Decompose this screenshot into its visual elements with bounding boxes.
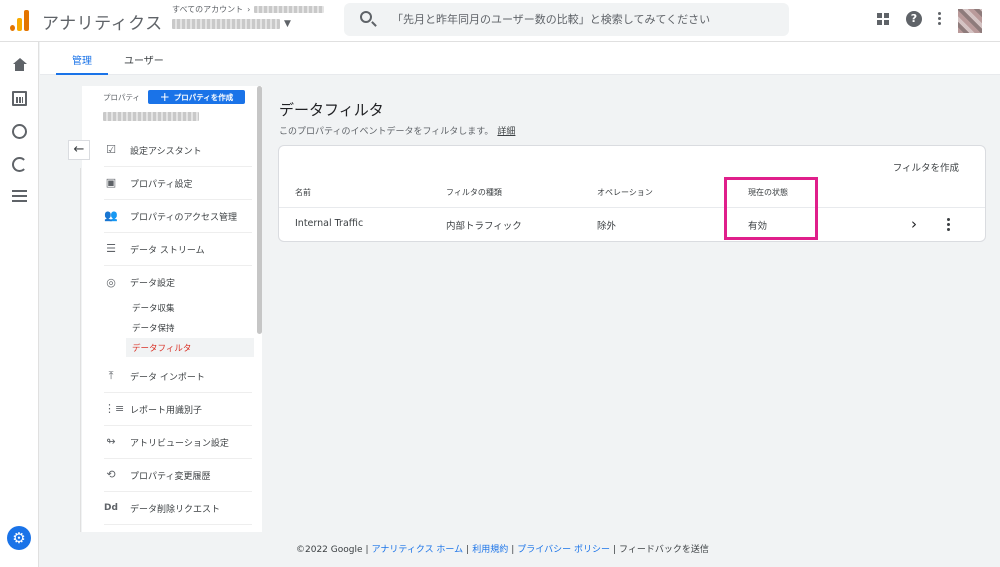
upload-icon: ⤒: [108, 369, 114, 382]
nav-item-reporting-identity[interactable]: ⋮≡ レポート用識別子: [104, 393, 252, 426]
sub-item-data-filters[interactable]: データフィルタ: [132, 342, 191, 354]
attribution-icon: ↬: [106, 435, 116, 448]
nav-item-property-settings[interactable]: ▣ プロパティ設定: [104, 167, 252, 200]
configure-icon[interactable]: [12, 190, 27, 205]
search-icon: [360, 11, 372, 23]
nav-item-setup-assistant[interactable]: ☑ 設定アシスタント: [104, 134, 252, 167]
database-icon: ◎: [106, 275, 116, 289]
explore-icon[interactable]: [12, 124, 27, 139]
table-cell-name: Internal Traffic: [295, 218, 364, 229]
header-divider: [279, 207, 985, 208]
nav-item-data-import[interactable]: ⤒ データ インポート: [104, 360, 252, 393]
nav-item-data-streams[interactable]: ☰ データ ストリーム: [104, 233, 252, 266]
people-icon: 👥: [104, 209, 118, 222]
column-header-filter-type: フィルタの種類: [446, 188, 502, 197]
app-title: アナリティクス: [42, 14, 163, 34]
reports-icon[interactable]: [12, 91, 27, 106]
dropdown-arrow-icon: ▼: [284, 19, 291, 29]
streams-icon: ☰: [106, 242, 116, 255]
footer-link-terms[interactable]: 利用規約: [472, 545, 508, 555]
data-filters-card: フィルタを作成 名前 フィルタの種類 オペレーション 現在の状態 Interna…: [278, 145, 986, 242]
column-header-name: 名前: [295, 188, 311, 197]
search-input[interactable]: [392, 10, 772, 28]
nav-item-attribution-settings[interactable]: ↬ アトリビューション設定: [104, 426, 252, 459]
search-bar[interactable]: [344, 3, 789, 36]
admin-gear-icon[interactable]: ⚙: [7, 526, 31, 550]
admin-tabs: 管理 ユーザー: [40, 42, 1000, 75]
nav-item-property-access[interactable]: 👥 プロパティのアクセス管理: [104, 200, 252, 233]
status-column-highlight: [724, 177, 818, 240]
sub-item-data-collection[interactable]: データ収集: [132, 302, 175, 314]
identity-icon: ⋮≡: [104, 402, 125, 415]
sub-item-data-retention[interactable]: データ保持: [132, 322, 175, 334]
row-more-icon[interactable]: [947, 218, 950, 233]
column-header-operation: オペレーション: [597, 188, 653, 197]
dd-icon: Dd: [104, 503, 118, 513]
analytics-logo-icon[interactable]: [10, 9, 30, 31]
more-menu-icon[interactable]: [938, 12, 942, 27]
nav-item-data-settings[interactable]: ◎ データ設定: [104, 266, 252, 299]
checklist-icon: ☑: [106, 143, 116, 156]
apps-grid-icon[interactable]: [877, 13, 889, 25]
account-selector[interactable]: すべてのアカウント › ▼: [172, 4, 325, 29]
footer: ©2022 Google | アナリティクス ホーム | 利用規約 | プライバシー ポリシ…: [296, 545, 709, 555]
page-description: このプロパティのイベントデータをフィルタします。 詳細: [279, 127, 516, 137]
footer-link-analytics-home[interactable]: アナリティクス ホーム: [372, 545, 464, 555]
tab-user[interactable]: ユーザー: [124, 52, 164, 67]
help-icon[interactable]: ?: [906, 11, 922, 27]
chevron-right-icon: ›: [247, 5, 251, 14]
layout-icon: ▣: [105, 176, 117, 189]
left-nav-rail: ⚙: [0, 42, 39, 567]
blurred-property-name: [172, 19, 280, 29]
table-cell-operation: 除外: [597, 221, 617, 232]
home-icon[interactable]: [12, 58, 27, 73]
nav-item-property-change-history[interactable]: ⟲ プロパティ変更履歴: [104, 459, 252, 492]
history-icon: ⟲: [106, 468, 116, 481]
create-filter-button[interactable]: フィルタを作成: [893, 160, 959, 174]
footer-link-privacy[interactable]: プライバシー ポリシー: [517, 545, 610, 555]
blurred-account-name: [254, 6, 325, 13]
nav-item-data-deletion-requests[interactable]: Dd データ削除リクエスト: [104, 492, 252, 525]
details-link[interactable]: 詳細: [497, 127, 515, 137]
avatar[interactable]: [958, 9, 982, 33]
nav-list: ☑ 設定アシスタント ▣ プロパティ設定 👥 プロパティのアクセス管理 ☰ データ スト…: [82, 86, 262, 532]
account-breadcrumb: すべてのアカウント: [172, 5, 244, 14]
top-bar: アナリティクス すべてのアカウント › ▼ ?: [0, 0, 1000, 42]
advertising-icon[interactable]: [12, 157, 27, 172]
active-tab-indicator: [56, 73, 108, 75]
footer-copyright: ©2022 Google: [296, 545, 363, 555]
footer-feedback[interactable]: フィードバックを送信: [619, 545, 709, 555]
page-title: データフィルタ: [279, 101, 384, 119]
chevron-right-icon[interactable]: ›: [911, 215, 917, 233]
table-cell-filter-type: 内部トラフィック: [446, 221, 522, 232]
tab-admin[interactable]: 管理: [72, 52, 92, 67]
nav-divider: [80, 168, 81, 532]
